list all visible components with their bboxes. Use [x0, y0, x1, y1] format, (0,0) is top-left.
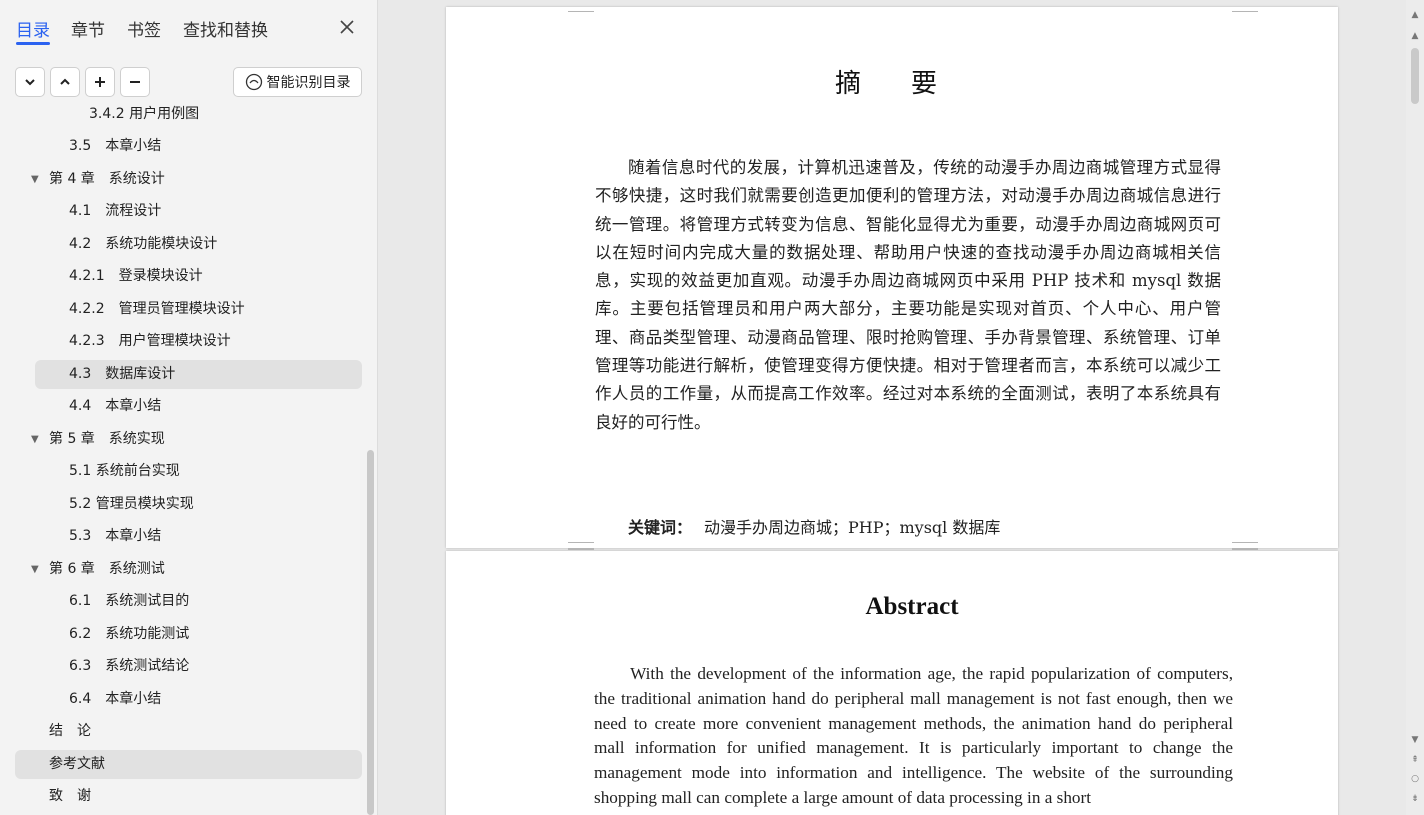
crop-mark [568, 549, 594, 555]
toc-item[interactable]: 3.4.2 用户用例图 [15, 102, 362, 129]
tab-chapters[interactable]: 章节 [71, 16, 105, 41]
toc-item[interactable]: 致 谢 [15, 782, 362, 811]
next-page-icon[interactable]: ⇟ [1409, 793, 1421, 805]
close-sidebar-button[interactable] [336, 16, 358, 38]
toc-item[interactable]: 4.1 流程设计 [15, 197, 362, 226]
scroll-down-icon[interactable]: ▼ [1409, 734, 1421, 746]
toc-list: 3.4.2 用户用例图 3.5 本章小结 ▼ 第 4 章 系统设计 4.1 流程设… [0, 102, 366, 815]
keywords-value: 动漫手办周边商城；PHP；mysql 数据库 [704, 518, 1001, 537]
toc-item[interactable]: 6.3 系统测试结论 [15, 652, 362, 681]
toc-item[interactable]: 4.2.2 管理员管理模块设计 [15, 295, 362, 324]
toc-item[interactable]: 4.2.1 登录模块设计 [15, 262, 362, 291]
page-title: Abstract [865, 593, 959, 620]
keywords-line: 关键词： 动漫手办周边商城；PHP；mysql 数据库 [628, 514, 1000, 538]
toc-item[interactable]: ▼ 第 6 章 系统测试 [15, 555, 362, 584]
smart-toc-label: 智能识别目录 [266, 75, 351, 91]
toc-item-hover[interactable]: 参考文献 [15, 750, 362, 779]
crop-mark [568, 6, 594, 12]
collapse-button[interactable] [15, 67, 45, 97]
toc-item[interactable]: 结 论 [15, 717, 362, 746]
scroll-up-icon[interactable]: ▲ [1409, 30, 1421, 42]
toc-item[interactable]: 5.1 系统前台实现 [15, 457, 362, 486]
expand-button[interactable] [50, 67, 80, 97]
document-view: 摘 要 随着信息时代的发展，计算机迅速普及，传统的动漫手办周边商城管理方式显得不… [379, 0, 1406, 815]
caret-down-icon[interactable]: ▼ [31, 555, 39, 584]
active-tab-indicator [16, 42, 50, 45]
sidebar-tabs: 目录 章节 书签 查找和替换 [0, 0, 377, 56]
remove-entry-button[interactable] [120, 67, 150, 97]
toc-item[interactable]: 5.2 管理员模块实现 [15, 490, 362, 519]
crop-mark [1232, 549, 1258, 555]
ai-icon [245, 73, 262, 91]
smart-toc-button[interactable]: 智能识别目录 [233, 67, 362, 97]
keywords-label: 关键词： [628, 518, 693, 537]
toc-item[interactable]: 4.4 本章小结 [15, 392, 362, 421]
toc-item-selected[interactable]: 4.3 数据库设计 [35, 360, 362, 389]
document-scrollbar[interactable]: ▲ ▲ ▼ ⇞ ○ ⇟ [1406, 0, 1424, 815]
chevron-up-icon [60, 78, 70, 85]
toc-item[interactable]: 4.2.3 用户管理模块设计 [15, 327, 362, 356]
prev-page-icon[interactable]: ⇞ [1409, 754, 1421, 766]
scroll-up-icon[interactable]: ▲ [1409, 9, 1421, 21]
caret-down-icon[interactable]: ▼ [31, 165, 39, 194]
sidebar-scrollbar-thumb[interactable] [367, 450, 374, 815]
minus-icon [130, 81, 140, 83]
toc-item[interactable]: 4.2 系统功能模块设计 [15, 230, 362, 259]
document-scrollbar-thumb[interactable] [1411, 48, 1419, 104]
page-abstract-en: Abstract With the development of the inf… [446, 548, 1338, 815]
plus-icon [95, 77, 105, 87]
toc-sidebar: 目录 章节 书签 查找和替换 智能识别目录 3.4.2 用户用例图 3.5 本章… [0, 0, 378, 815]
crop-mark [1232, 6, 1258, 12]
abstract-paragraph: 随着信息时代的发展，计算机迅速普及，传统的动漫手办周边商城管理方式显得不够快捷，… [595, 158, 1221, 432]
close-icon [340, 20, 354, 34]
chevron-down-icon [25, 79, 35, 86]
tab-find-replace[interactable]: 查找和替换 [183, 16, 268, 41]
abstract-paragraph: With the development of the information … [594, 664, 1233, 807]
toc-item[interactable]: 3.5 本章小结 [15, 132, 362, 161]
page-select-icon[interactable]: ○ [1409, 773, 1421, 785]
tab-toc[interactable]: 目录 [16, 16, 50, 41]
page-title: 摘 要 [834, 69, 949, 99]
tab-bookmarks[interactable]: 书签 [127, 16, 161, 41]
page-abstract-cn: 摘 要 随着信息时代的发展，计算机迅速普及，传统的动漫手办周边商城管理方式显得不… [446, 7, 1338, 548]
toc-item[interactable]: 6.2 系统功能测试 [15, 620, 362, 649]
caret-down-icon[interactable]: ▼ [31, 425, 39, 454]
toc-item[interactable]: 6.1 系统测试目的 [15, 587, 362, 616]
toc-item[interactable]: 5.3 本章小结 [15, 522, 362, 551]
toc-item[interactable]: ▼ 第 4 章 系统设计 [15, 165, 362, 194]
toc-item[interactable]: ▼ 第 5 章 系统实现 [15, 425, 362, 454]
add-entry-button[interactable] [85, 67, 115, 97]
toc-item[interactable]: 6.4 本章小结 [15, 685, 362, 714]
